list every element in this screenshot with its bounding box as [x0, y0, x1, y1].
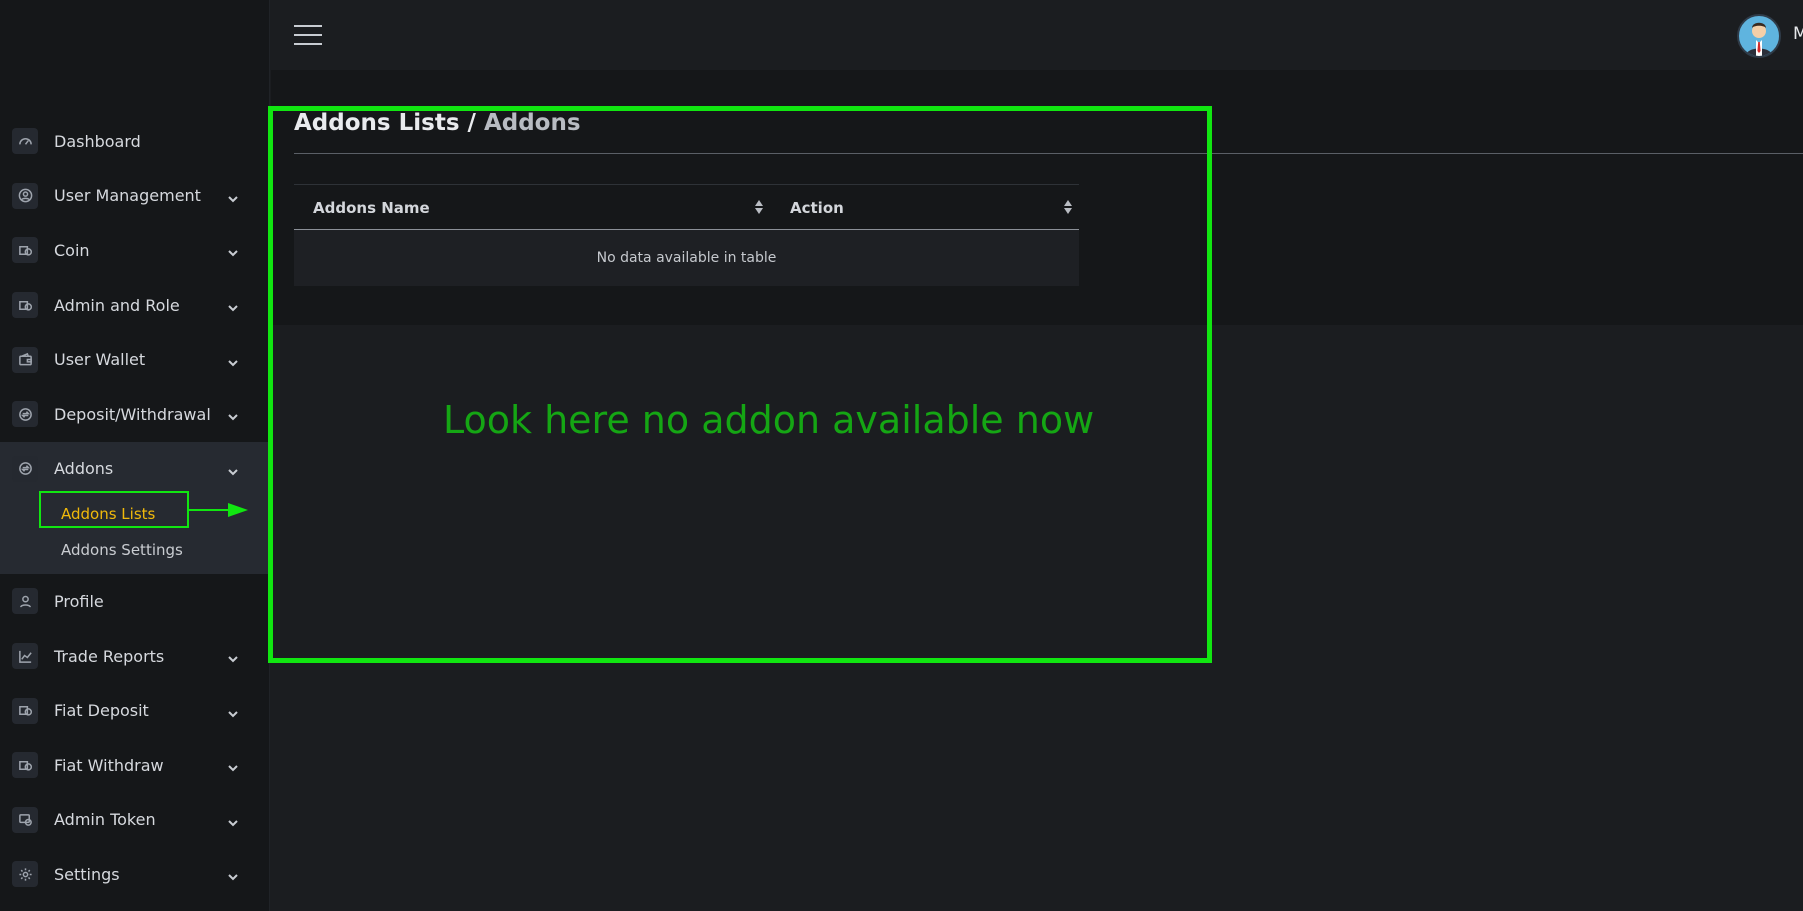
sidebar-item-label: Fiat Deposit [54, 701, 149, 721]
chevron-down-icon [227, 705, 239, 718]
sidebar-item-trade-reports[interactable]: Trade Reports [0, 629, 270, 684]
sidebar-item-addons[interactable]: Addons [0, 441, 270, 497]
chevron-down-icon [227, 650, 239, 663]
sidebar-item-label: Dashboard [54, 131, 141, 151]
user-icon [12, 588, 38, 615]
sidebar-item-label: Admin and Role [54, 295, 180, 315]
annotation-arrow-icon [188, 503, 248, 517]
chevron-down-icon [227, 759, 239, 772]
sidebar-item-profile[interactable]: Profile [0, 574, 270, 629]
sidebar-item-label: Admin Token [54, 810, 156, 830]
sidebar: Dashboard User Management Coin Admin and… [0, 0, 270, 911]
sidebar-item-dashboard[interactable]: Dashboard [0, 114, 270, 169]
annotation-highlight-box-small [39, 491, 189, 528]
token-icon [12, 806, 38, 833]
speedometer-icon [12, 128, 38, 155]
chevron-down-icon [227, 244, 239, 257]
sidebar-item-user-wallet[interactable]: User Wallet [0, 332, 270, 387]
coin-icon [12, 237, 38, 264]
sidebar-item-label: Fiat Withdraw [54, 755, 164, 775]
sidebar-item-label: Settings [54, 864, 120, 884]
coin-icon [12, 697, 38, 724]
submenu-item-label: Addons Settings [61, 541, 183, 560]
sidebar-item-label: Profile [54, 591, 104, 611]
sidebar-item-settings[interactable]: Settings [0, 847, 270, 902]
chevron-down-icon [227, 354, 239, 367]
chart-line-icon [12, 643, 38, 670]
chevron-down-icon [227, 868, 239, 881]
coin-icon [12, 292, 38, 319]
menu-toggle-button[interactable] [294, 25, 322, 47]
user-circle-icon [12, 182, 38, 209]
submenu-item-addons-settings[interactable]: Addons Settings [0, 532, 270, 568]
chevron-down-icon [227, 814, 239, 827]
sidebar-item-admin-and-role[interactable]: Admin and Role [0, 278, 270, 333]
chevron-down-icon [227, 408, 239, 421]
sidebar-item-admin-token[interactable]: Admin Token [0, 793, 270, 848]
coin-icon [12, 752, 38, 779]
sidebar-item-deposit-withdrawal[interactable]: Deposit/Withdrawal [0, 387, 270, 442]
sidebar-item-label: Trade Reports [54, 646, 165, 666]
chevron-down-icon [227, 299, 239, 312]
chevron-down-icon [227, 463, 239, 476]
sidebar-item-fiat-deposit[interactable]: Fiat Deposit [0, 683, 270, 738]
sidebar-item-label: User Management [54, 186, 201, 206]
sidebar-item-label: User Wallet [54, 350, 146, 370]
chevron-down-icon [227, 190, 239, 203]
sidebar-item-coin[interactable]: Coin [0, 223, 270, 278]
exchange-icon [12, 455, 38, 482]
sidebar-item-label: Deposit/Withdrawal [54, 404, 211, 424]
user-avatar-icon [1746, 22, 1772, 56]
sidebar-item-label: Addons [54, 459, 114, 479]
exchange-icon [12, 401, 38, 428]
sidebar-item-user-management[interactable]: User Management [0, 169, 270, 224]
avatar[interactable] [1737, 14, 1781, 58]
sidebar-item-label: Coin [54, 240, 90, 260]
wallet-icon [12, 346, 38, 373]
user-name[interactable]: M [1793, 24, 1803, 44]
gear-icon [12, 861, 38, 888]
annotation-highlight-box [268, 106, 1212, 663]
sidebar-item-fiat-withdraw[interactable]: Fiat Withdraw [0, 738, 270, 793]
